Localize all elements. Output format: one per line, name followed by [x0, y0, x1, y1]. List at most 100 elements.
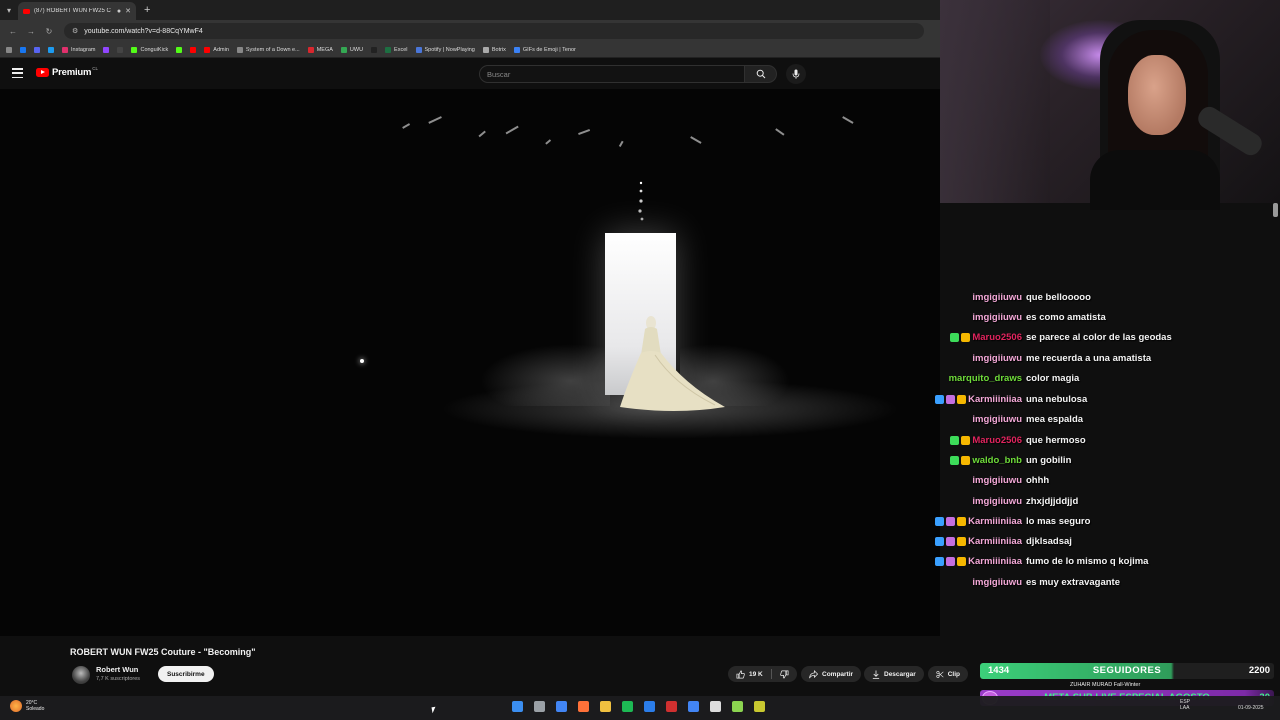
close-icon[interactable]: ✕ [125, 7, 131, 15]
weather-widget[interactable]: 20°C Soleado [10, 700, 44, 712]
chat-message: imgigiiuwu zhxjdjjddjjd [925, 494, 1078, 508]
taskbar-app-icon[interactable] [710, 701, 721, 712]
clip-button[interactable]: Clip [928, 666, 968, 682]
chat-username[interactable]: marquito_draws [949, 373, 1022, 384]
bookmark-item[interactable] [176, 46, 183, 53]
language-secondary: LAA [1180, 705, 1190, 711]
chat-username[interactable]: imgigiiuwu [972, 414, 1022, 425]
chat-username[interactable]: waldo_bnb [972, 455, 1022, 466]
taskbar-app-icon[interactable] [754, 701, 765, 712]
chat-username[interactable]: Karmiiiniiaa [968, 516, 1022, 527]
taskbar-app-icon[interactable] [688, 701, 699, 712]
taskbar-app-icon[interactable] [600, 701, 611, 712]
taskbar-app-icon[interactable] [622, 701, 633, 712]
subscribe-button[interactable]: Suscribirme [158, 666, 214, 682]
bookmark-label: MEGA [316, 46, 333, 53]
bookmark-favicon-icon [513, 46, 520, 53]
tab-youtube[interactable]: (87) ROBERT WUN FW25 C ● ✕ [18, 2, 136, 20]
chat-text: djklsadsaj [1026, 535, 1072, 547]
back-icon[interactable]: ← [4, 27, 22, 36]
bookmark-item[interactable]: GIFs de Emoji | Tenor [513, 46, 576, 53]
sun-icon [10, 700, 22, 712]
taskbar-app-icon[interactable] [556, 701, 567, 712]
apps-grid-icon[interactable] [6, 46, 12, 53]
chat-author-block: Maruo2506 [925, 435, 1022, 446]
forward-icon[interactable]: → [22, 27, 40, 36]
taskbar-app-icon[interactable] [644, 701, 655, 712]
chat-message: Maruo2506 se parece al color de las geoda… [925, 330, 1172, 344]
bookmark-label: Instagram [71, 46, 96, 53]
bookmark-item[interactable] [117, 46, 124, 53]
stage-light [402, 123, 410, 129]
bookmark-item[interactable]: System of a Down e... [236, 46, 300, 53]
taskbar-app-icon[interactable] [666, 701, 677, 712]
bookmark-item[interactable]: MEGA [307, 46, 333, 53]
bookmark-item[interactable]: UWU [340, 46, 364, 53]
stage-spotlight [360, 359, 364, 363]
chat-username[interactable]: imgigiiuwu [972, 292, 1022, 303]
stage-light [690, 136, 702, 144]
address-bar: ← → ↻ ⚙ youtube.com/watch?v=d-88CqYMwF4 [0, 20, 940, 42]
new-tab-button[interactable]: + [136, 4, 158, 16]
chat-username[interactable]: Karmiiiniiaa [968, 394, 1022, 405]
channel-name[interactable]: Robert Wun [96, 665, 138, 674]
taskbar-apps [512, 701, 765, 712]
download-button[interactable]: Descargar [864, 666, 924, 682]
channel-avatar[interactable] [72, 666, 90, 684]
dislike-button[interactable] [779, 670, 797, 679]
bookmark-item[interactable]: Spotify | NowPlaying [415, 46, 475, 53]
bookmark-label: Admin [213, 46, 229, 53]
chat-message: imgigiiuwu es muy extravagante [925, 575, 1120, 589]
bookmark-item[interactable] [34, 46, 40, 53]
chat-badge-icon [957, 536, 967, 546]
bookmark-favicon-icon [204, 46, 211, 53]
bookmark-label: GIFs de Emoji | Tenor [522, 46, 576, 53]
tab-search-icon[interactable]: ▾ [0, 0, 18, 20]
bookmark-item[interactable] [48, 46, 54, 53]
chat-username[interactable]: imgigiiuwu [972, 475, 1022, 486]
reload-icon[interactable]: ↻ [40, 27, 58, 36]
bookmark-item[interactable]: ConguiKick [131, 46, 168, 53]
chat-username[interactable]: Karmiiiniiaa [968, 556, 1022, 567]
search-button[interactable] [745, 65, 777, 83]
bookmark-item[interactable]: Instagram [62, 46, 96, 53]
chat-badge-icon [957, 394, 967, 404]
video-player[interactable] [0, 89, 940, 636]
url-field[interactable]: ⚙ youtube.com/watch?v=d-88CqYMwF4 [64, 23, 924, 39]
language-indicator[interactable]: ESP LAA [1180, 699, 1190, 711]
chat-username[interactable]: imgigiiuwu [972, 577, 1022, 588]
taskbar-date[interactable]: 01-09-2025 [1238, 705, 1264, 711]
chat-username[interactable]: imgigiiuwu [972, 312, 1022, 323]
chat-username[interactable]: Maruo2506 [972, 435, 1022, 446]
bookmark-item[interactable] [371, 46, 378, 53]
bookmark-item[interactable]: Botrix [482, 46, 506, 53]
share-label: Compartir [822, 670, 854, 678]
share-button[interactable]: Compartir [801, 666, 862, 682]
search-input[interactable] [479, 65, 745, 83]
bookmark-item[interactable] [190, 46, 197, 53]
taskbar-app-icon[interactable] [732, 701, 743, 712]
hamburger-menu-icon[interactable] [12, 68, 23, 78]
chat-username[interactable]: imgigiiuwu [972, 496, 1022, 507]
bookmark-item[interactable] [103, 46, 110, 53]
taskbar-app-icon[interactable] [512, 701, 523, 712]
chat-username[interactable]: imgigiiuwu [972, 353, 1022, 364]
overlay-caption: ZUHAIR MURAD Fall-Winter [1070, 682, 1141, 688]
taskbar-app-icon[interactable] [534, 701, 545, 712]
chat-username[interactable]: Maruo2506 [972, 332, 1022, 343]
chat-text: lo mas seguro [1026, 515, 1091, 527]
site-info-icon[interactable]: ⚙ [72, 27, 78, 35]
chat-scrollbar[interactable] [1273, 203, 1278, 217]
bookmark-item[interactable] [20, 46, 26, 53]
chat-username[interactable]: Karmiiiniiaa [968, 536, 1022, 547]
youtube-premium-logo[interactable]: Premium CL [36, 66, 98, 78]
voice-search-button[interactable] [786, 64, 806, 84]
bookmark-label: UWU [349, 46, 364, 53]
screen: ▾ (87) ROBERT WUN FW25 C ● ✕ + ← → ↻ ⚙ y… [0, 0, 1280, 720]
speaker-icon[interactable]: ● [117, 8, 121, 15]
chat-text: me recuerda a una amatista [1026, 352, 1152, 364]
bookmark-item[interactable]: Admin [204, 46, 229, 53]
bookmark-item[interactable]: Excel [385, 46, 408, 53]
like-button[interactable]: 19 K [736, 670, 763, 679]
taskbar-app-icon[interactable] [578, 701, 589, 712]
